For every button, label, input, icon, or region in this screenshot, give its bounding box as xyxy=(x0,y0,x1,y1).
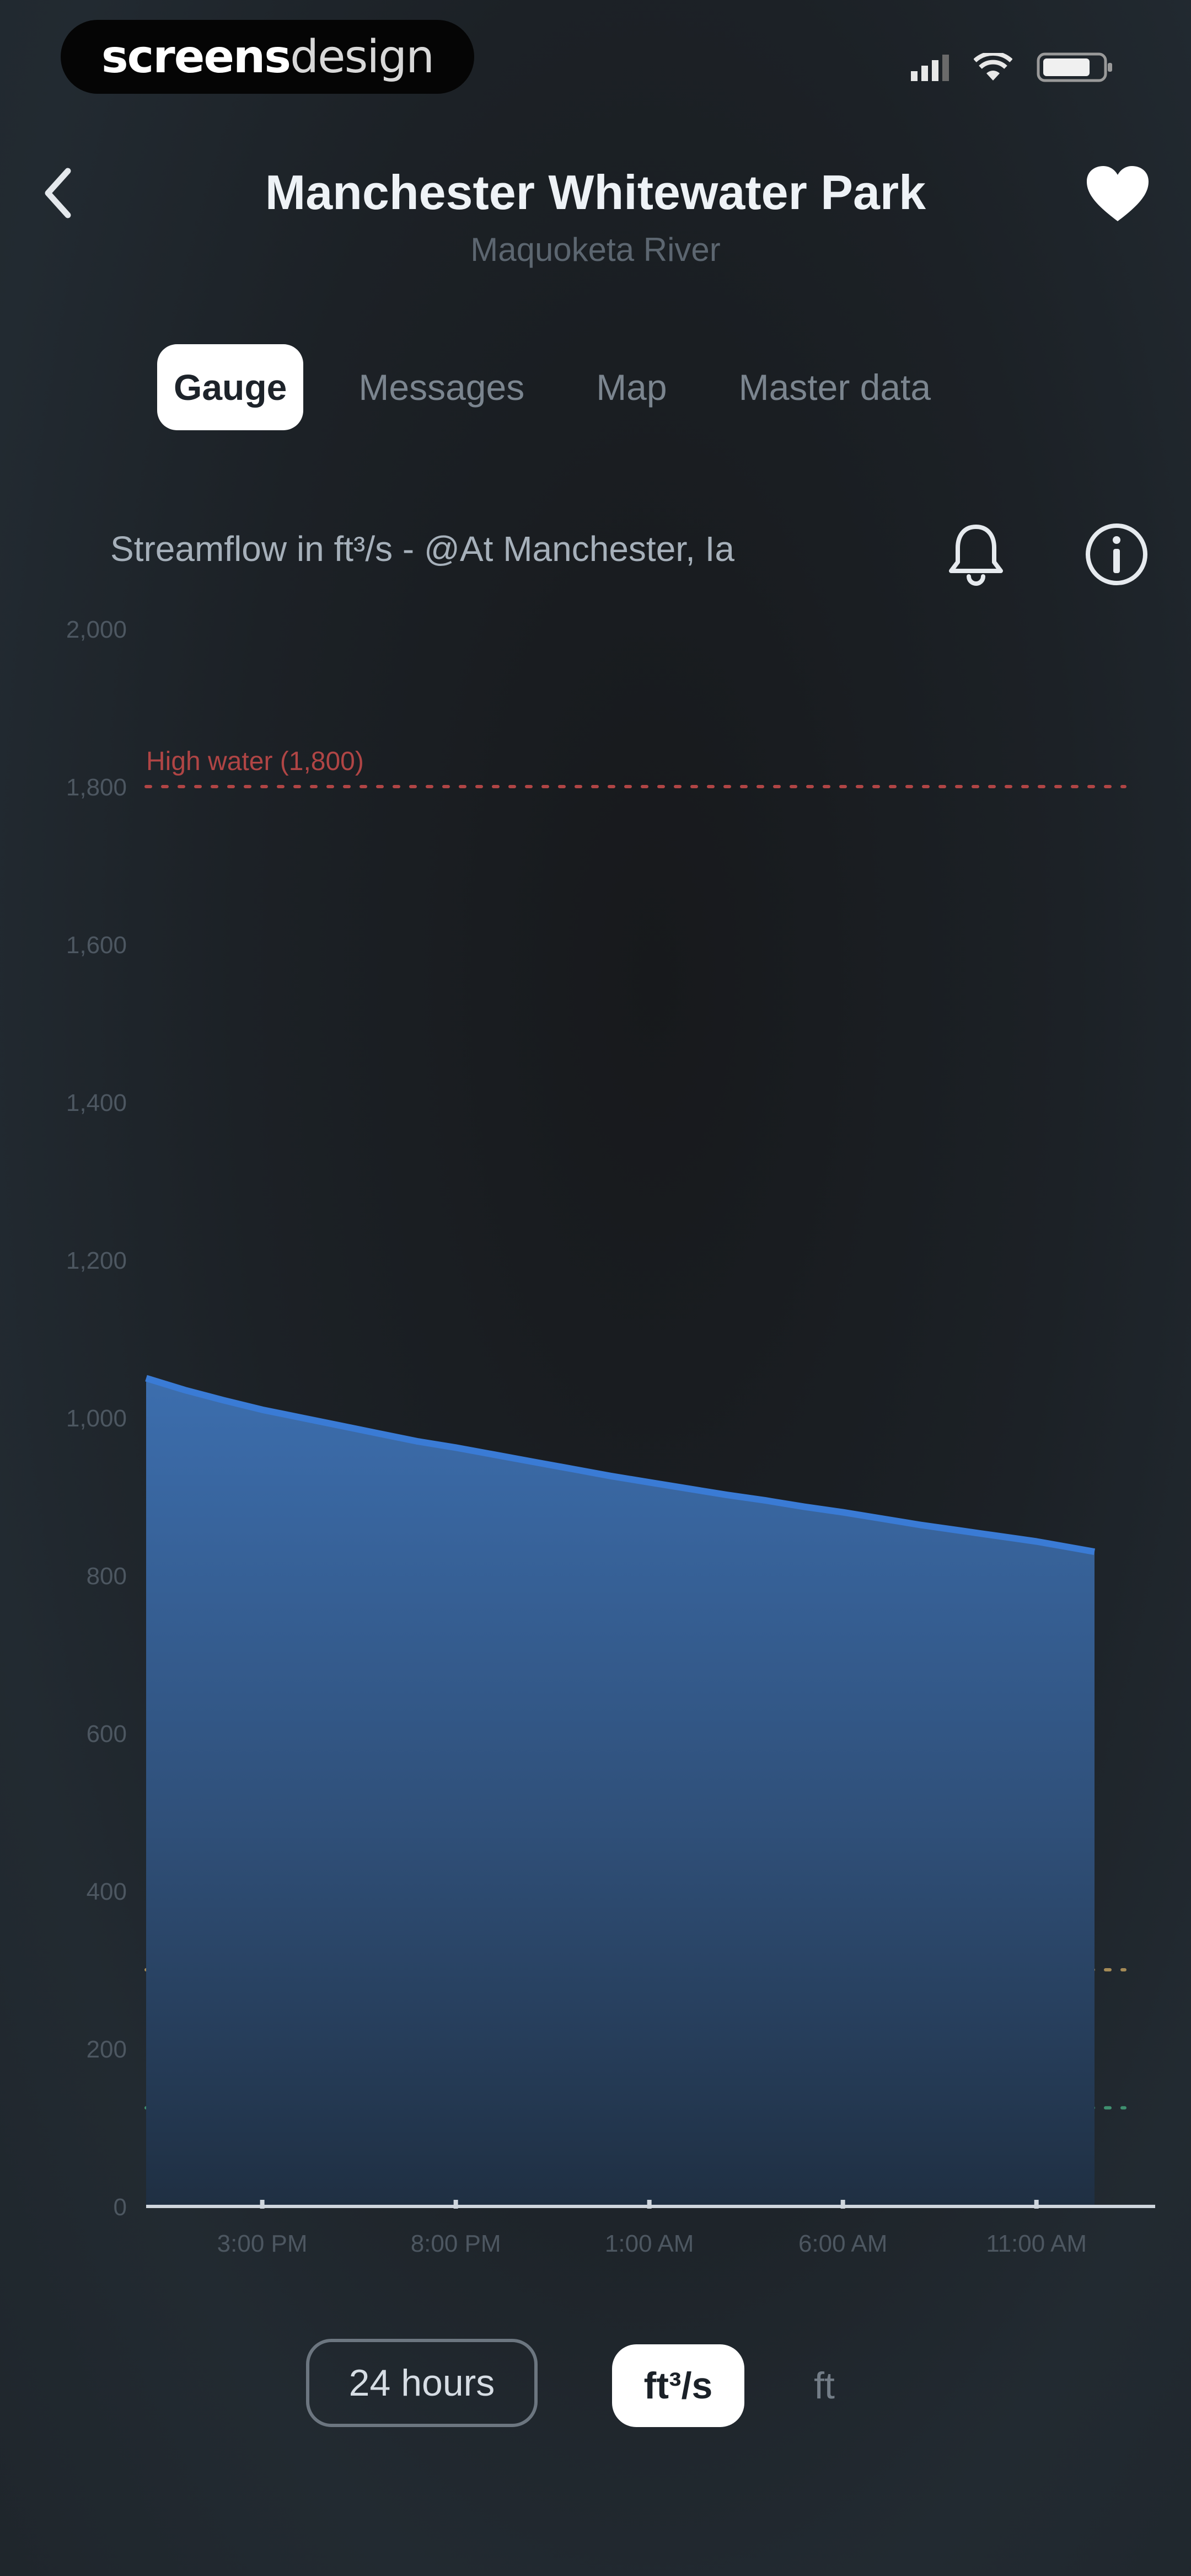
system-icons xyxy=(911,51,1114,84)
y-tick-label: 400 xyxy=(87,1878,127,1905)
streamflow-chart: 2,000 1,800 1,600 1,400 1,200 1,000 800 600 400 2… xyxy=(66,616,1155,2257)
y-tick-label: 800 xyxy=(87,1563,127,1590)
reference-line-label: High water (1,800) xyxy=(146,747,364,776)
y-tick-label: 200 xyxy=(87,2036,127,2063)
x-tick-label: 6:00 AM xyxy=(798,2230,887,2257)
tab-map[interactable]: Map xyxy=(596,366,667,408)
wifi-icon xyxy=(974,53,1012,81)
info-icon xyxy=(1086,523,1147,585)
alert-button[interactable] xyxy=(937,516,1015,593)
info-button[interactable] xyxy=(1078,516,1155,593)
y-tick-label: 1,800 xyxy=(66,774,127,801)
y-tick-label: 1,200 xyxy=(66,1247,127,1274)
y-tick-label: 1,600 xyxy=(66,932,127,959)
series-area xyxy=(146,1378,1095,2206)
x-tick-label: 3:00 PM xyxy=(217,2230,308,2257)
y-tick-label: 1,400 xyxy=(66,1089,127,1116)
chart-title: Streamflow in ft³/s - @At Manchester, Ia xyxy=(110,529,734,569)
signal-icon xyxy=(911,55,949,81)
x-axis: 3:00 PM 8:00 PM 1:00 AM 6:00 AM 11:00 AM xyxy=(146,2200,1155,2257)
x-tick-label: 8:00 PM xyxy=(411,2230,501,2257)
series-layer xyxy=(145,1375,1096,2206)
brand-logo-bold: screens xyxy=(101,30,291,83)
tab-master-data[interactable]: Master data xyxy=(739,366,931,408)
x-tick-label: 1:00 AM xyxy=(605,2230,694,2257)
time-range-button[interactable]: 24 hours xyxy=(306,2339,538,2427)
heart-icon xyxy=(1087,166,1149,221)
page-title: Manchester Whitewater Park xyxy=(265,165,926,220)
unit-toggle-height[interactable]: ft xyxy=(794,2344,855,2427)
page-subtitle: Maquoketa River xyxy=(470,231,721,268)
y-axis: 2,000 1,800 1,600 1,400 1,200 1,000 800 600 400 2… xyxy=(66,616,127,2221)
tab-gauge[interactable]: Gauge xyxy=(157,344,304,430)
favorite-button[interactable] xyxy=(1082,161,1154,227)
unit-toggle-flow[interactable]: ft³/s xyxy=(612,2344,744,2427)
brand-logo-light: design xyxy=(290,30,434,83)
y-tick-label: 0 xyxy=(114,2194,127,2221)
brand-logo: screens design xyxy=(61,20,474,94)
y-tick-label: 2,000 xyxy=(66,616,127,643)
y-tick-label: 600 xyxy=(87,1720,127,1747)
tab-messages[interactable]: Messages xyxy=(358,366,524,408)
tab-bar: Gauge Messages Map Master data xyxy=(157,338,1002,437)
bell-icon xyxy=(949,525,1003,586)
status-bar: screens design xyxy=(0,0,1191,127)
y-tick-label: 1,000 xyxy=(66,1405,127,1432)
battery-icon xyxy=(1037,52,1112,82)
x-tick-label: 11:00 AM xyxy=(986,2230,1087,2257)
